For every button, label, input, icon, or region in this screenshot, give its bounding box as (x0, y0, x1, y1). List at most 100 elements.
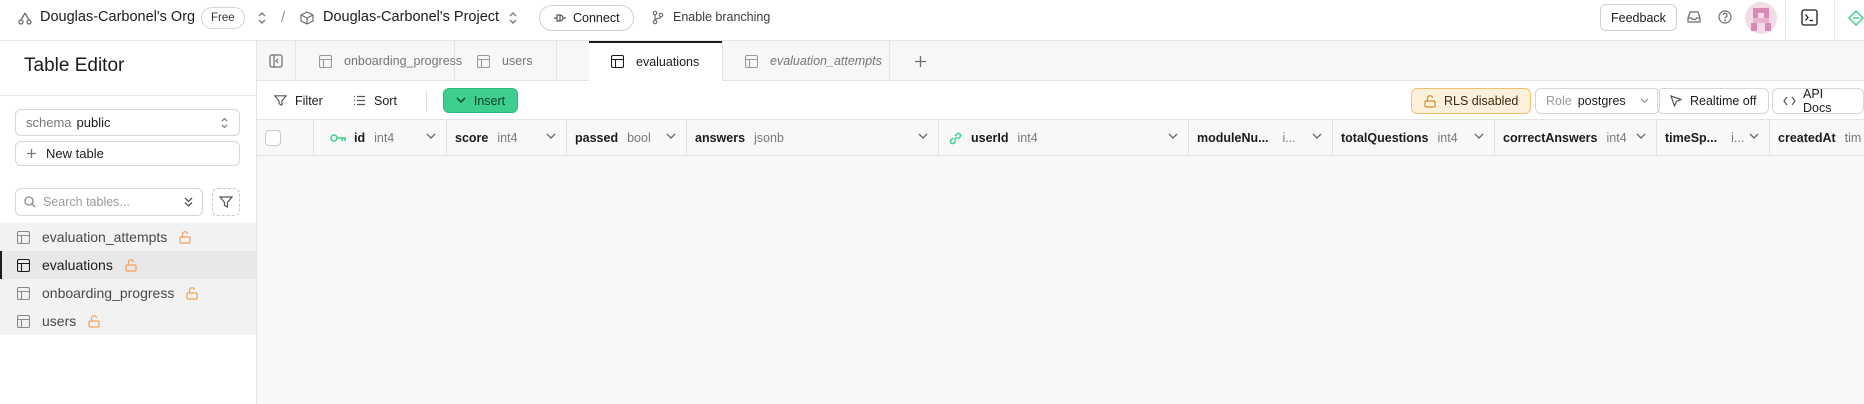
realtime-button[interactable]: Realtime off (1657, 88, 1770, 114)
chevron-updown-icon[interactable] (257, 10, 267, 26)
table-list-item[interactable]: onboarding_progress (0, 279, 256, 307)
column-header-totalquestions[interactable]: totalQuestions int4 (1333, 120, 1495, 156)
table-icon (477, 54, 490, 68)
column-header-answers[interactable]: answers jsonb (687, 120, 939, 156)
rls-label: RLS disabled (1444, 94, 1519, 108)
column-header-id[interactable]: id int4 (314, 120, 447, 156)
new-table-label: New table (46, 146, 104, 161)
page-title: Table Editor (24, 55, 125, 76)
chevron-down-icon[interactable] (918, 133, 928, 140)
chevron-down-icon (456, 97, 466, 104)
column-header-score[interactable]: score int4 (447, 120, 567, 156)
filter-tables-button[interactable] (212, 188, 240, 216)
chevron-down-icon[interactable] (426, 133, 436, 140)
chevron-down-icon[interactable] (546, 133, 556, 140)
rls-disabled-button[interactable]: RLS disabled (1411, 88, 1532, 114)
column-name: answers (695, 131, 746, 145)
column-header-modulenumber[interactable]: moduleNu... i... (1189, 120, 1333, 156)
chevron-down-icon[interactable] (1168, 133, 1178, 140)
realtime-label: Realtime off (1690, 94, 1757, 108)
table-icon (611, 55, 624, 68)
table-list-item[interactable]: users (0, 307, 256, 335)
divider (426, 91, 427, 111)
top-bar: Douglas-Carbonel's Org Free / Douglas-Ca… (0, 0, 1864, 41)
table-name: onboarding_progress (42, 285, 175, 301)
grid-header: id int4 score int4 passed bool answers j… (257, 120, 1864, 156)
column-header-timespent[interactable]: timeSp... i... (1657, 120, 1770, 156)
tab-evaluations[interactable]: evaluations (589, 41, 723, 82)
table-name: users (42, 313, 77, 329)
add-tab-icon[interactable] (905, 41, 935, 81)
chevron-updown-icon[interactable] (508, 10, 518, 26)
schema-select[interactable]: schema public (15, 109, 240, 136)
project-box-icon (300, 11, 314, 25)
terminal-icon[interactable] (1801, 9, 1818, 26)
new-table-button[interactable]: New table (15, 141, 240, 166)
column-type: int4 (1437, 131, 1458, 145)
cursor-icon (1670, 95, 1682, 107)
filter-button[interactable]: Filter (274, 81, 323, 120)
column-type: jsonb (754, 131, 784, 145)
feedback-button[interactable]: Feedback (1600, 4, 1677, 31)
table-name: evaluations (42, 257, 113, 273)
table-icon (17, 230, 30, 244)
divider (1834, 0, 1835, 40)
enable-branching-link[interactable]: Enable branching (673, 10, 770, 24)
insert-label: Insert (473, 93, 506, 108)
chevron-down-icon[interactable] (1636, 133, 1646, 140)
org-name[interactable]: Douglas-Carbonel's Org (40, 9, 195, 25)
table-icon (17, 314, 30, 328)
tab-label: evaluation_attempts (770, 54, 882, 68)
chevron-down-icon[interactable] (1474, 133, 1484, 140)
tab-onboarding-progress[interactable]: onboarding_progress (297, 41, 462, 81)
column-header-createdat[interactable]: createdAt tim (1770, 120, 1864, 156)
chevron-down-icon[interactable] (1312, 133, 1322, 140)
column-type: i... (1731, 131, 1745, 145)
column-type: int4 (1606, 131, 1627, 145)
plug-icon (553, 12, 567, 24)
connect-label: Connect (573, 11, 620, 25)
column-type: int4 (497, 131, 518, 145)
sort-label: Sort (374, 93, 397, 108)
sort-button[interactable]: Sort (353, 81, 397, 120)
search-input[interactable] (43, 195, 173, 209)
git-branch-icon[interactable] (652, 10, 664, 25)
chevron-down-icon[interactable] (666, 133, 676, 140)
tab-users[interactable]: users (455, 41, 557, 81)
column-header-passed[interactable]: passed bool (567, 120, 687, 156)
tab-bar: onboarding_progress users evaluations ev… (257, 41, 1864, 82)
tab-evaluation-attempts[interactable]: evaluation_attempts (723, 41, 890, 81)
project-name[interactable]: Douglas-Carbonel's Project (323, 9, 499, 25)
sort-icon (353, 95, 366, 106)
divider (0, 95, 256, 96)
role-select[interactable]: Role postgres (1535, 88, 1660, 114)
inbox-icon[interactable] (1687, 10, 1701, 24)
help-icon[interactable] (1718, 10, 1732, 24)
filter-label: Filter (295, 93, 323, 108)
column-header-userid[interactable]: userId int4 (939, 120, 1189, 156)
column-name: userId (971, 131, 1009, 145)
chevron-down-icon (1640, 98, 1649, 104)
sidebar-toggle-icon[interactable] (257, 41, 296, 81)
connect-button[interactable]: Connect (539, 5, 634, 31)
table-list-item-active[interactable]: evaluations (0, 251, 256, 279)
lock-open-icon (1424, 94, 1436, 108)
filter-icon (274, 94, 287, 107)
avatar[interactable] (1745, 2, 1777, 34)
insert-button[interactable]: Insert (443, 88, 518, 113)
lock-open-icon (88, 314, 100, 328)
chevron-updown-icon (220, 116, 229, 130)
table-list-item[interactable]: evaluation_attempts (0, 223, 256, 251)
api-docs-button[interactable]: API Docs (1772, 87, 1864, 115)
column-name: correctAnswers (1503, 131, 1598, 145)
chevrons-down-icon[interactable] (183, 196, 194, 208)
chevron-down-icon[interactable] (1749, 133, 1759, 140)
column-name: moduleNu... (1197, 131, 1269, 145)
divider (1785, 0, 1786, 40)
tab-label: evaluations (636, 54, 700, 69)
lock-open-icon (186, 286, 198, 300)
select-all-checkbox[interactable] (265, 130, 281, 146)
search-tables[interactable] (15, 188, 203, 216)
tab-label: users (502, 54, 533, 68)
column-header-correctanswers[interactable]: correctAnswers int4 (1495, 120, 1657, 156)
